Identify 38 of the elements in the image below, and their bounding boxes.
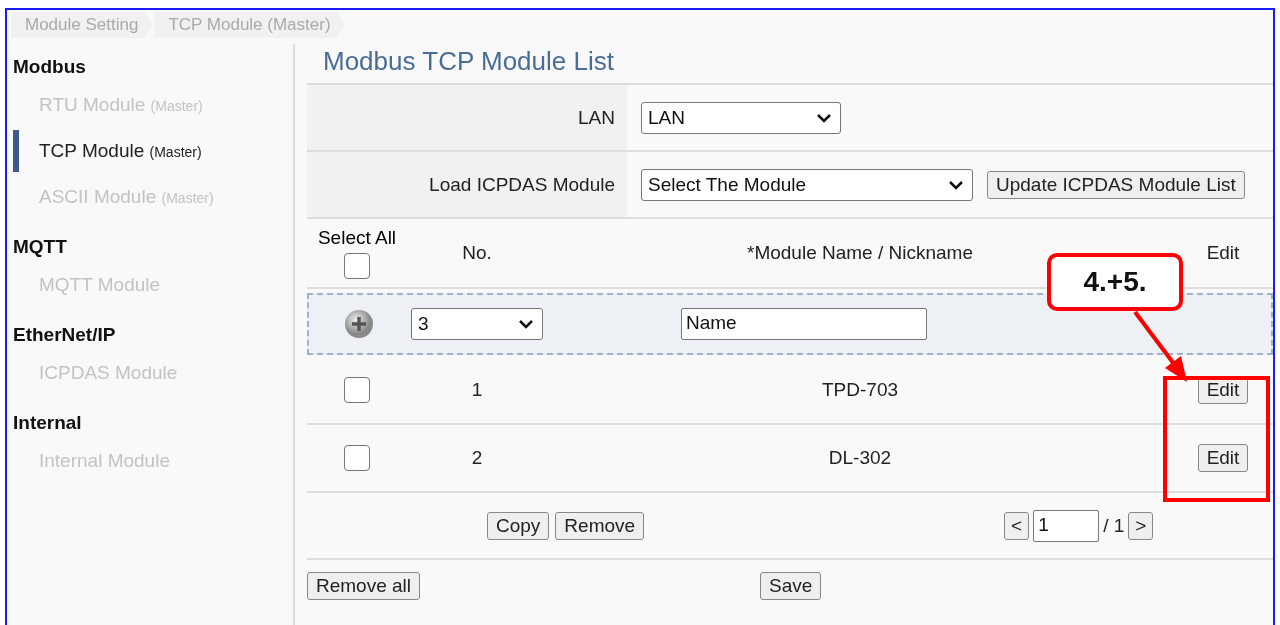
- edit-button[interactable]: Edit: [1197, 444, 1249, 472]
- action-button[interactable]: Remove: [555, 511, 645, 540]
- table-cell-text: TPD-703: [821, 379, 899, 401]
- column-header: Select All: [317, 227, 397, 249]
- module-select[interactable]: Select The Module: [641, 168, 973, 201]
- column-header: Edit: [1205, 242, 1241, 264]
- lan-label: LAN: [578, 106, 615, 129]
- name-input[interactable]: Name: [681, 308, 927, 340]
- select-all-checkbox[interactable]: [344, 253, 370, 279]
- row-checkbox[interactable]: [344, 445, 370, 471]
- next-page-button[interactable]: >: [1128, 511, 1154, 540]
- page-total: / 1: [1103, 514, 1125, 537]
- chevron-down-icon: [518, 319, 534, 329]
- column-header: *Module Name / Nickname: [746, 242, 974, 264]
- row-checkbox[interactable]: [344, 377, 370, 403]
- save-button[interactable]: Save: [760, 572, 822, 600]
- sidebar-group-title: EtherNet/IP: [12, 323, 117, 347]
- callout-label: 4.+5.: [1047, 253, 1183, 311]
- sidebar-group-title: Internal: [12, 411, 83, 435]
- previous-page-button[interactable]: <: [1004, 511, 1030, 540]
- sidebar-group-title: MQTT: [12, 235, 68, 259]
- column-header: No.: [461, 242, 493, 264]
- sidebar-group-title: Modbus: [12, 55, 87, 79]
- annotation-arrow: [1131, 310, 1189, 380]
- sidebar-item[interactable]: TCP Module (Master): [13, 130, 293, 172]
- table-cell-text: DL-302: [827, 447, 893, 469]
- update-list-button[interactable]: Update ICPDAS Module List: [987, 170, 1245, 199]
- number-select[interactable]: 3: [411, 308, 543, 340]
- chevron-down-icon: [948, 179, 964, 190]
- chevron-down-icon: [816, 112, 832, 123]
- lan-select[interactable]: LAN: [641, 101, 841, 134]
- add-icon[interactable]: [344, 309, 374, 339]
- table-cell-text: 2: [470, 447, 484, 469]
- load-module-label: Load ICPDAS Module: [429, 173, 615, 196]
- table-cell-text: 1: [470, 379, 484, 401]
- action-button[interactable]: Copy: [487, 511, 550, 540]
- page-input[interactable]: 1: [1033, 509, 1100, 542]
- remove-all-button[interactable]: Remove all: [307, 572, 421, 600]
